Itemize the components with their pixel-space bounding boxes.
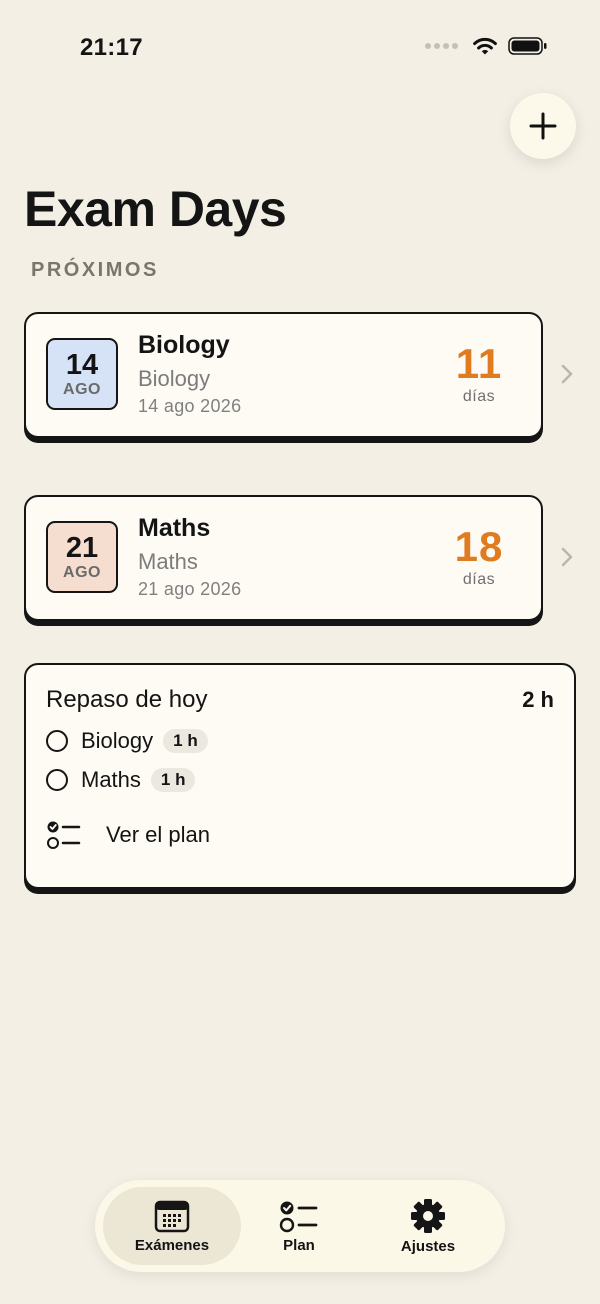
task-label: Maths (81, 767, 141, 792)
status-icons (425, 36, 548, 56)
task-duration-pill: 1 h (163, 729, 208, 753)
days-left-unit: días (462, 388, 496, 405)
tab-label: Exámenes (134, 1236, 210, 1254)
tab-label: Plan (283, 1236, 315, 1254)
date-badge: 14 AGO (46, 338, 118, 410)
badge-day: 21 (65, 531, 99, 564)
exam-name: Maths (138, 514, 211, 542)
task-label: Biology (81, 728, 154, 753)
checklist-icon (47, 821, 81, 849)
days-countdown: 11 días (439, 342, 519, 406)
section-label-upcoming: PRÓXIMOS (31, 259, 159, 281)
chevron-right-icon[interactable] (559, 362, 575, 386)
exam-date: 14 ago 2026 (138, 396, 242, 416)
review-task-biology[interactable]: Biology 1 h (46, 727, 208, 755)
add-exam-button[interactable] (510, 93, 576, 159)
plus-icon (529, 112, 557, 140)
cellular-signal-icon (425, 43, 458, 49)
badge-month: AGO (63, 563, 101, 581)
exam-name: Biology (138, 331, 230, 359)
status-time: 21:17 (80, 34, 143, 61)
days-countdown: 18 días (439, 525, 519, 589)
badge-day: 14 (65, 348, 99, 381)
tab-settings[interactable]: Ajustes (359, 1187, 497, 1265)
exam-card-biology[interactable]: 14 AGO Biology Biology 14 ago 2026 11 dí… (24, 312, 543, 438)
view-plan-link[interactable]: Ver el plan (46, 819, 210, 851)
badge-month: AGO (63, 380, 101, 398)
calendar-icon (154, 1200, 190, 1232)
days-left-number: 11 (455, 340, 503, 387)
todays-review-card: Repaso de hoy 2 h Biology 1 h Maths 1 h … (24, 663, 576, 889)
wifi-icon (473, 37, 497, 55)
exam-date: 21 ago 2026 (138, 579, 242, 599)
gear-icon (411, 1198, 445, 1233)
date-badge: 21 AGO (46, 521, 118, 593)
task-checkbox[interactable] (46, 730, 68, 752)
exam-subject: Biology (138, 366, 211, 391)
tab-label: Ajustes (400, 1237, 456, 1255)
view-plan-label: Ver el plan (106, 822, 210, 847)
chevron-right-icon[interactable] (559, 545, 575, 569)
days-left-unit: días (462, 571, 496, 588)
tab-bar: Exámenes Plan Ajustes (95, 1180, 505, 1272)
page-title: Exam Days (24, 181, 287, 237)
review-total-time: 2 h (522, 687, 554, 712)
exam-card-maths[interactable]: 21 AGO Maths Maths 21 ago 2026 18 días (24, 495, 543, 621)
review-task-maths[interactable]: Maths 1 h (46, 766, 196, 794)
checklist-icon (279, 1201, 318, 1232)
status-bar: 21:17 (0, 0, 600, 96)
task-checkbox[interactable] (46, 769, 68, 791)
exam-subject: Maths (138, 549, 198, 574)
review-title: Repaso de hoy (46, 686, 208, 713)
days-left-number: 18 (454, 523, 504, 570)
battery-icon (508, 37, 547, 55)
tab-exams[interactable]: Exámenes (103, 1187, 241, 1265)
task-duration-pill: 1 h (150, 768, 196, 792)
tab-plan[interactable]: Plan (230, 1187, 368, 1265)
